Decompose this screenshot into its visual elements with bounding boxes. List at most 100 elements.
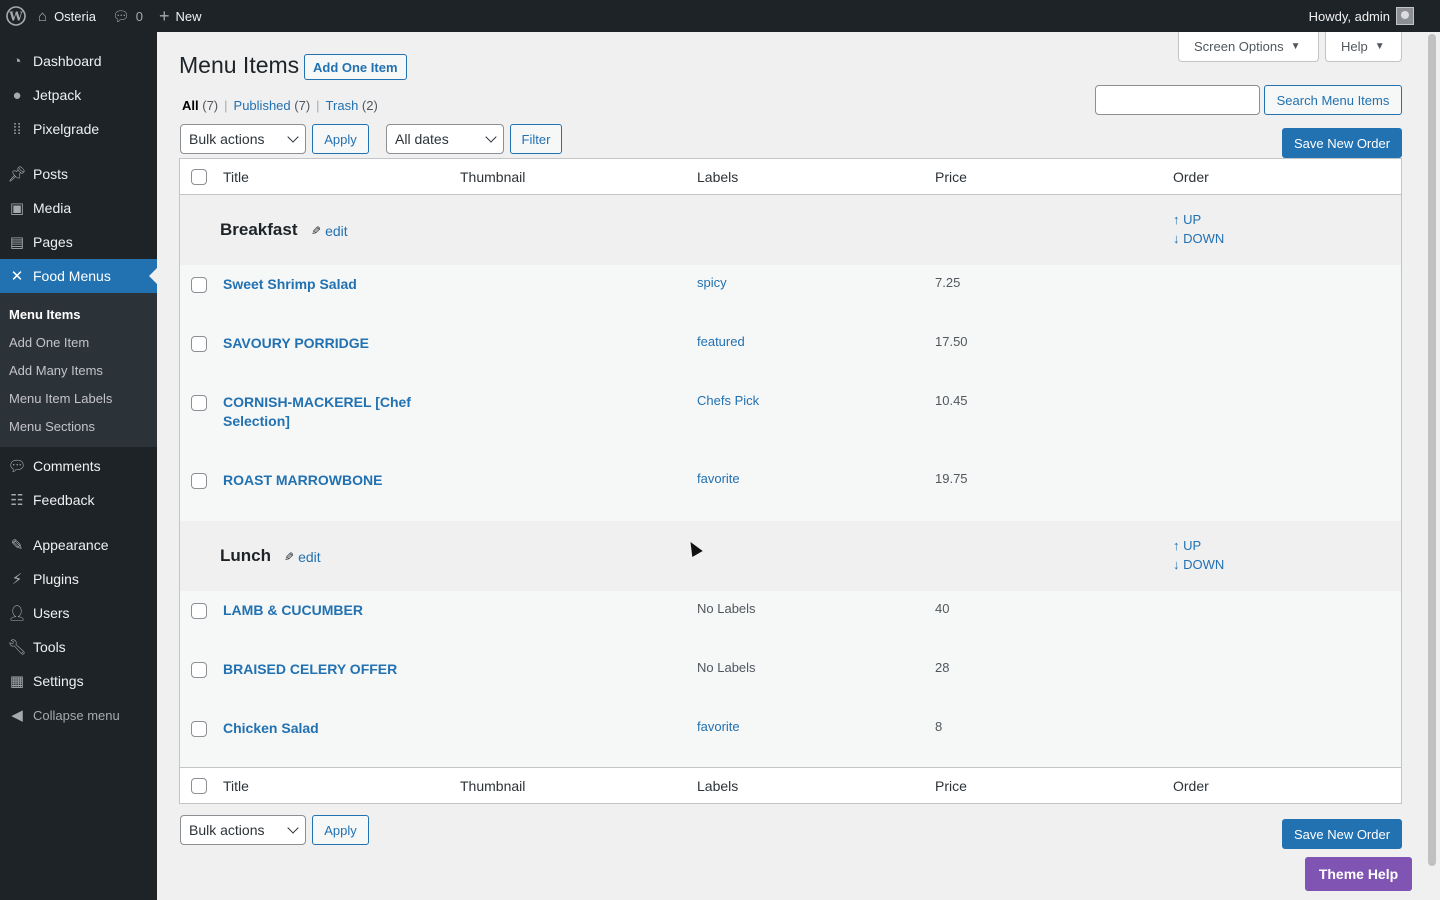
sidebar-item-tools[interactable]: 🔧︎ Tools (0, 630, 157, 664)
row-checkbox[interactable] (191, 395, 207, 411)
view-all[interactable]: All (182, 98, 199, 113)
view-published-count: (7) (294, 98, 311, 113)
move-up-link[interactable]: ↑ UP (1173, 212, 1201, 227)
sidebar-item-label: Settings (33, 673, 84, 689)
add-one-item-button[interactable]: Add One Item (304, 54, 407, 80)
move-up-link[interactable]: ↑ UP (1173, 538, 1201, 553)
pin-icon: 📌︎ (7, 166, 27, 183)
apply-button-bottom[interactable]: Apply (312, 815, 369, 845)
item-labels[interactable]: featured (697, 334, 745, 349)
pixelgrade-icon: ⁞⁞ (12, 120, 22, 138)
column-title[interactable]: Title (223, 778, 249, 794)
bulk-actions-value: Bulk actions (189, 131, 265, 147)
sidebar-item-food-menus[interactable]: ✕ Food Menus (0, 259, 157, 293)
move-down-link[interactable]: ↓ DOWN (1173, 557, 1224, 572)
sidebar-item-comments[interactable]: 💬︎ Comments (0, 449, 157, 483)
item-labels[interactable]: Chefs Pick (697, 393, 759, 408)
sidebar-item-media[interactable]: ▣ Media (0, 191, 157, 225)
move-down-link[interactable]: ↓ DOWN (1173, 231, 1224, 246)
sidebar-item-dashboard[interactable]: ◔ Dashboard (0, 44, 157, 78)
sidebar-item-pixelgrade[interactable]: ⁞⁞ Pixelgrade (0, 112, 157, 146)
submenu-add-one-item[interactable]: Add One Item (0, 328, 157, 356)
submenu-menu-items[interactable]: Menu Items (0, 300, 157, 328)
submenu-add-many-items[interactable]: Add Many Items (0, 356, 157, 384)
view-separator: | (224, 98, 228, 113)
row-checkbox[interactable] (191, 336, 207, 352)
row-checkbox[interactable] (191, 662, 207, 678)
row-checkbox[interactable] (191, 277, 207, 293)
item-title-link[interactable]: CORNISH-MACKEREL [Chef Selection] (223, 393, 453, 431)
view-separator: | (316, 98, 320, 113)
sidebar-item-label: Jetpack (33, 87, 82, 103)
sidebar-item-pages[interactable]: ▤ Pages (0, 225, 157, 259)
screen-options-button[interactable]: Screen Options ▼ (1178, 32, 1319, 62)
theme-help-button[interactable]: Theme Help (1305, 857, 1412, 891)
wordpress-logo-icon[interactable]: W (2, 0, 30, 32)
account-menu[interactable]: Howdy, admin (1301, 0, 1440, 32)
site-name: Osteria (54, 8, 96, 24)
sidebar-item-users[interactable]: 👤︎ Users (0, 596, 157, 630)
save-new-order-button-top[interactable]: Save New Order (1282, 128, 1402, 158)
item-price: 19.75 (935, 471, 968, 486)
collapse-menu-label: Collapse menu (33, 707, 120, 723)
item-title-link[interactable]: LAMB & CUCUMBER (223, 601, 453, 620)
row-checkbox[interactable] (191, 721, 207, 737)
sidebar-item-posts[interactable]: 📌︎ Posts (0, 157, 157, 191)
column-title[interactable]: Title (223, 169, 249, 185)
help-button[interactable]: Help ▼ (1325, 32, 1402, 62)
apply-button-top[interactable]: Apply (312, 124, 369, 154)
date-filter-select[interactable]: All dates (386, 124, 504, 154)
sidebar-item-jetpack[interactable]: ● Jetpack (0, 78, 157, 112)
dashboard-icon: ◔ (12, 52, 22, 70)
sidebar-item-label: Dashboard (33, 53, 102, 69)
item-title-link[interactable]: BRAISED CELERY OFFER (223, 660, 453, 679)
sidebar-item-plugins[interactable]: ⚡︎ Plugins (0, 562, 157, 596)
search-input[interactable] (1095, 85, 1260, 115)
scrollbar-thumb[interactable] (1428, 34, 1436, 866)
table-row: BRAISED CELERY OFFER No Labels 28 (180, 650, 1401, 709)
item-price: 40 (935, 601, 950, 616)
save-new-order-button-bottom[interactable]: Save New Order (1282, 819, 1402, 849)
item-labels[interactable]: spicy (697, 275, 727, 290)
feedback-icon: ☷ (10, 492, 24, 509)
row-checkbox[interactable] (191, 603, 207, 619)
item-labels: No Labels (697, 601, 756, 616)
item-title-link[interactable]: SAVOURY PORRIDGE (223, 334, 453, 353)
row-checkbox[interactable] (191, 473, 207, 489)
submenu-menu-sections[interactable]: Menu Sections (0, 412, 157, 440)
section-name: Breakfast (220, 220, 298, 239)
filter-button[interactable]: Filter (510, 124, 562, 154)
svg-text:W: W (8, 10, 23, 24)
item-labels[interactable]: favorite (697, 719, 740, 734)
item-title-link[interactable]: Chicken Salad (223, 719, 453, 738)
submenu-menu-item-labels[interactable]: Menu Item Labels (0, 384, 157, 412)
item-title-link[interactable]: Sweet Shrimp Salad (223, 275, 453, 294)
sidebar-item-appearance[interactable]: ✎ Appearance (0, 528, 157, 562)
new-content-link[interactable]: + New (151, 0, 210, 32)
select-all-checkbox[interactable] (191, 168, 207, 185)
collapse-arrow-icon: ◀ (11, 707, 23, 724)
view-published[interactable]: Published (234, 98, 291, 113)
pencil-icon: ✎ (284, 550, 295, 564)
column-labels: Labels (697, 168, 739, 185)
sidebar-item-label: Media (33, 200, 72, 216)
section-edit-link[interactable]: ✎ edit (311, 223, 348, 239)
collapse-menu-button[interactable]: ◀ Collapse menu (0, 698, 157, 732)
item-price: 8 (935, 719, 943, 734)
view-trash[interactable]: Trash (326, 98, 359, 113)
item-title-link[interactable]: ROAST MARROWBONE (223, 471, 453, 490)
section-name: Lunch (220, 546, 271, 565)
sidebar-item-label: Appearance (33, 537, 109, 553)
item-labels[interactable]: favorite (697, 471, 740, 486)
sidebar-item-feedback[interactable]: ☷ Feedback (0, 483, 157, 517)
section-edit-link[interactable]: ✎ edit (284, 549, 321, 565)
sidebar-item-settings[interactable]: ▦ Settings (0, 664, 157, 698)
comments-link[interactable]: 💬︎ 0 (104, 0, 151, 32)
sidebar-item-label: Posts (33, 166, 69, 182)
page-scrollbar[interactable] (1424, 32, 1440, 900)
bulk-actions-select-top[interactable]: Bulk actions (180, 124, 306, 154)
search-menu-items-button[interactable]: Search Menu Items (1264, 85, 1402, 115)
select-all-checkbox-bottom[interactable] (191, 777, 207, 794)
bulk-actions-select-bottom[interactable]: Bulk actions (180, 815, 306, 845)
site-name-link[interactable]: ⌂ Osteria (30, 0, 104, 32)
